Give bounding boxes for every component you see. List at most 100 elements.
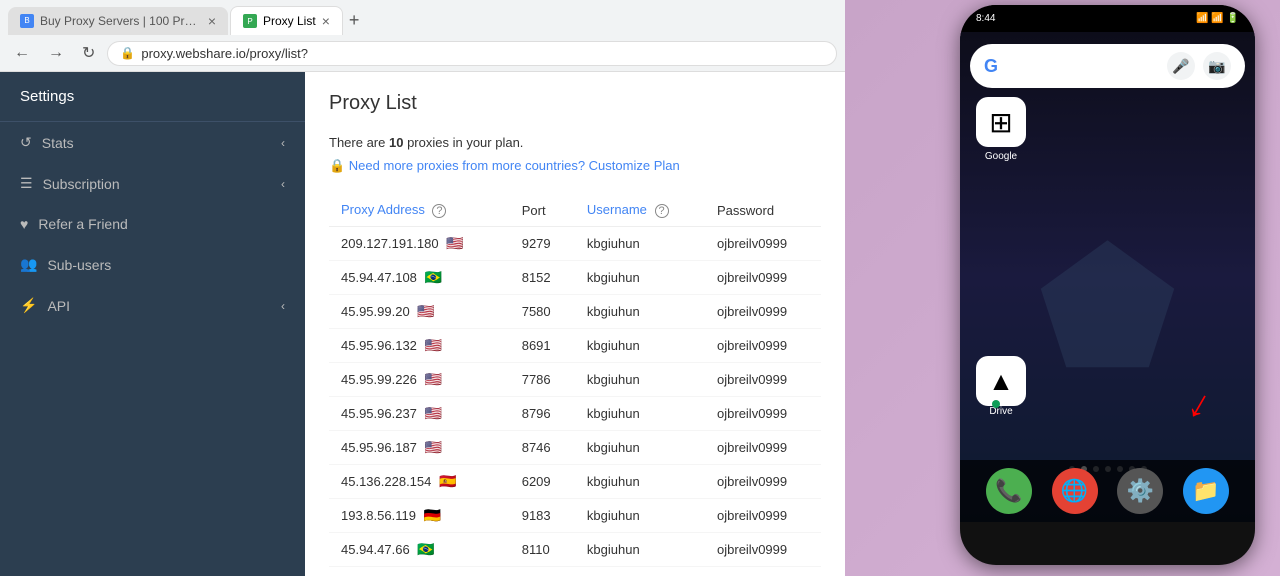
phone-screen[interactable]: ⬟ G 🎤 📷 ⊞ Google ▲ (960, 32, 1255, 522)
api-icon: ⚡ (20, 297, 37, 314)
cell-password-5: ojbreilv0999 (705, 397, 821, 431)
footer-username: Username ? (575, 567, 705, 576)
cell-username-3: kbgiuhun (575, 329, 705, 363)
tab-2-favicon: P (243, 14, 257, 28)
cell-port-4: 7786 (510, 363, 575, 397)
google-logo: G (984, 56, 998, 77)
sidebar-item-subscription[interactable]: ☰ Subscription ‹ (0, 163, 305, 204)
forward-button[interactable]: → (42, 40, 70, 66)
cell-port-5: 8796 (510, 397, 575, 431)
proxy-table-body: 209.127.191.180 🇺🇸 9279 kbgiuhun ojbreil… (329, 227, 821, 567)
sidebar-item-stats-label: Stats (42, 135, 74, 151)
refer-icon: ♥ (20, 216, 28, 232)
proxy-count-text: There are 10 proxies in your plan. (329, 135, 821, 150)
proxy-count: 10 (389, 135, 403, 150)
cell-username-6: kbgiuhun (575, 431, 705, 465)
cell-password-7: ojbreilv0999 (705, 465, 821, 499)
sidebar-settings-title: Settings (0, 72, 305, 122)
cell-proxy-2: 45.95.99.20 🇺🇸 (329, 295, 510, 329)
drive-icon: ▲ (988, 366, 1014, 397)
drive-app-icon[interactable]: ▲ (976, 356, 1026, 406)
google-grid-icon: ⊞ (989, 106, 1012, 139)
info-prefix: There are (329, 135, 389, 150)
proxy-table: Proxy Address ? Port Username ? Password… (329, 194, 821, 576)
drive-online-dot (992, 400, 1000, 408)
cell-proxy-9: 45.94.47.66 🇧🇷 (329, 533, 510, 567)
footer-password: Password (705, 567, 821, 576)
table-footer-row: Proxy Address @ ? Port Username ? Passwo… (329, 567, 821, 576)
api-chevron: ‹ (281, 299, 285, 313)
cell-proxy-1: 45.94.47.108 🇧🇷 (329, 261, 510, 295)
table-row: 45.94.47.108 🇧🇷 8152 kbgiuhun ojbreilv09… (329, 261, 821, 295)
tab-1-favicon: B (20, 14, 34, 28)
lens-icon[interactable]: 📷 (1203, 52, 1231, 80)
cell-proxy-4: 45.95.99.226 🇺🇸 (329, 363, 510, 397)
stats-icon: ↺ (20, 134, 32, 151)
phone-files-button[interactable]: 📁 (1183, 468, 1229, 514)
sidebar-item-refer[interactable]: ♥ Refer a Friend (0, 204, 305, 244)
cell-password-1: ojbreilv0999 (705, 261, 821, 295)
tab-1-label: Buy Proxy Servers | 100 Proxies f... (40, 14, 202, 28)
info-suffix: proxies in your plan. (403, 135, 523, 150)
th-port: Port (510, 194, 575, 227)
th-proxy-address[interactable]: Proxy Address ? (329, 194, 510, 227)
cell-password-6: ojbreilv0999 (705, 431, 821, 465)
customize-text: 🔒 Need more proxies from more countries?… (329, 158, 680, 174)
cell-password-8: ojbreilv0999 (705, 499, 821, 533)
reload-button[interactable]: ↻ (76, 39, 101, 67)
new-tab-button[interactable]: + (345, 10, 364, 31)
phone-chrome-button[interactable]: 🌐 (1052, 468, 1098, 514)
th-password: Password (705, 194, 821, 227)
phone-signal-icons: 📶 📶 🔋 (1196, 13, 1239, 24)
sidebar-item-subusers[interactable]: 👥 Sub-users (0, 244, 305, 285)
cell-proxy-6: 45.95.96.187 🇺🇸 (329, 431, 510, 465)
cell-proxy-7: 45.136.228.154 🇪🇸 (329, 465, 510, 499)
cell-username-0: kbgiuhun (575, 227, 705, 261)
sidebar-item-subusers-label: Sub-users (47, 257, 111, 273)
cell-username-2: kbgiuhun (575, 295, 705, 329)
phone-frame: 8:44 📶 📶 🔋 ⬟ G 🎤 📷 ⊞ Google (960, 5, 1255, 565)
footer-proxy-address: Proxy Address @ ? (329, 567, 510, 576)
phone-search-bar[interactable]: G 🎤 📷 (970, 44, 1245, 88)
th-username[interactable]: Username ? (575, 194, 705, 227)
mic-icon[interactable]: 🎤 (1167, 52, 1195, 80)
drive-app-label: Drive (989, 406, 1012, 417)
username-help-icon: ? (655, 204, 669, 218)
cell-password-4: ojbreilv0999 (705, 363, 821, 397)
table-row: 45.95.96.237 🇺🇸 8796 kbgiuhun ojbreilv09… (329, 397, 821, 431)
phone-call-button[interactable]: 📞 (986, 468, 1032, 514)
footer-port: Port (510, 567, 575, 576)
sidebar-item-stats[interactable]: ↺ Stats ‹ (0, 122, 305, 163)
back-button[interactable]: ← (8, 40, 36, 66)
tab-2-close[interactable]: × (322, 13, 330, 29)
sidebar: Settings ↺ Stats ‹ ☰ Subscription ‹ ♥ Re… (0, 72, 305, 576)
tab-1-close[interactable]: × (208, 13, 216, 29)
subusers-icon: 👥 (20, 256, 37, 273)
tab-2[interactable]: P Proxy List × (230, 6, 343, 35)
sidebar-item-api[interactable]: ⚡ API ‹ (0, 285, 305, 326)
cell-port-6: 8746 (510, 431, 575, 465)
phone-settings-button[interactable]: ⚙️ (1117, 468, 1163, 514)
phone-search-icons: 🎤 📷 (1167, 52, 1231, 80)
tab-1[interactable]: B Buy Proxy Servers | 100 Proxies f... × (8, 7, 228, 35)
table-row: 45.94.47.66 🇧🇷 8110 kbgiuhun ojbreilv099… (329, 533, 821, 567)
cell-proxy-3: 45.95.96.132 🇺🇸 (329, 329, 510, 363)
url-bar[interactable]: 🔒 proxy.webshare.io/proxy/list? (107, 41, 837, 66)
google-app-label: Google (985, 151, 1017, 162)
cell-username-4: kbgiuhun (575, 363, 705, 397)
cell-port-2: 7580 (510, 295, 575, 329)
cell-port-0: 9279 (510, 227, 575, 261)
lock-icon: 🔒 (120, 46, 135, 60)
phone-status-bar: 8:44 📶 📶 🔋 (960, 5, 1255, 32)
browser-chrome: B Buy Proxy Servers | 100 Proxies f... ×… (0, 0, 845, 72)
phone-google-app[interactable]: ⊞ Google (976, 97, 1026, 162)
cell-port-9: 8110 (510, 533, 575, 567)
subscription-chevron: ‹ (281, 177, 285, 191)
customize-plan-link[interactable]: 🔒 Need more proxies from more countries?… (329, 158, 821, 174)
table-header-row: Proxy Address ? Port Username ? Password (329, 194, 821, 227)
table-row: 193.8.56.119 🇩🇪 9183 kbgiuhun ojbreilv09… (329, 499, 821, 533)
phone-drive-app[interactable]: ▲ Drive (976, 356, 1026, 417)
cell-password-3: ojbreilv0999 (705, 329, 821, 363)
cell-proxy-8: 193.8.56.119 🇩🇪 (329, 499, 510, 533)
google-app-icon[interactable]: ⊞ (976, 97, 1026, 147)
